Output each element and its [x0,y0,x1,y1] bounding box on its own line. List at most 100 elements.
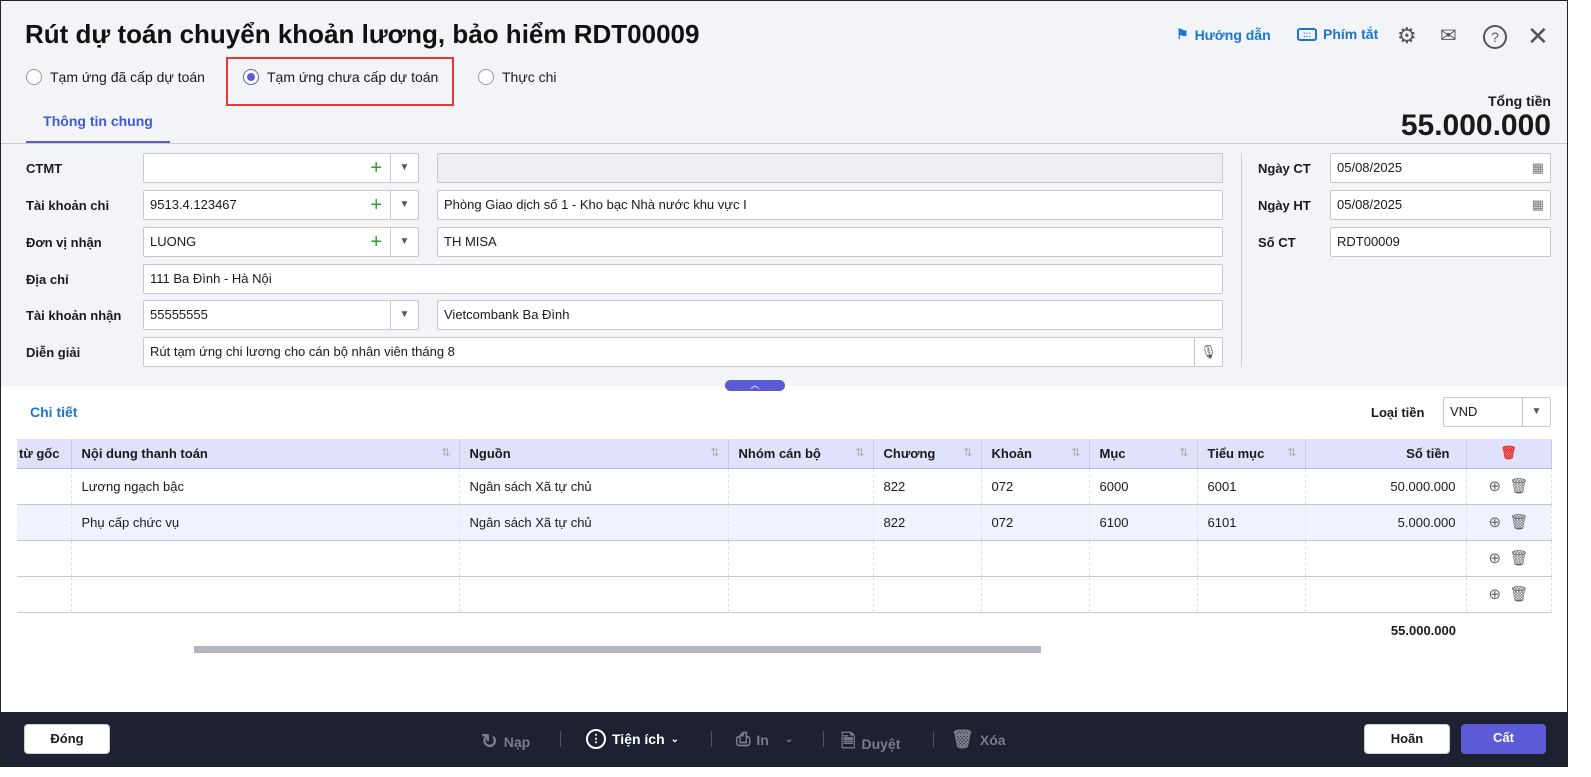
table-cell[interactable] [17,576,72,613]
horizontal-scrollbar[interactable] [194,646,1041,653]
don-vi-combo[interactable]: LUONG + ▼ [143,227,419,257]
sort-icon[interactable]: ⇅ [1179,446,1188,459]
calendar-icon[interactable]: ▦ [1532,154,1544,182]
col-header[interactable]: Nội dung thanh toán ⇅ [71,439,460,469]
sort-icon[interactable]: ⇅ [710,446,719,459]
table-cell[interactable]: 072 [981,468,1090,505]
sort-icon[interactable]: ⇅ [963,446,972,459]
table-cell[interactable]: Lương ngạch bậc [71,468,460,505]
close-button[interactable]: Đóng [24,724,110,754]
reload-button[interactable]: ↻ Nạp [481,729,530,754]
table-cell[interactable] [71,540,460,577]
guide-link[interactable]: ⚑ Hướng dẫn [1176,26,1271,43]
table-cell[interactable]: 5.000.000 [1305,504,1467,541]
tk-chi-desc[interactable]: Phòng Giao dịch số 1 - Kho bạc Nhà nước … [437,190,1223,220]
table-cell[interactable] [1089,576,1198,613]
table-cell[interactable] [873,576,982,613]
add-icon[interactable]: + [370,191,382,219]
dien-giai-input[interactable]: Rút tạm ứng chi lương cho cán bộ nhân vi… [143,337,1223,367]
table-cell[interactable]: 072 [981,504,1090,541]
col-header[interactable]: Nguồn ⇅ [459,439,729,469]
sort-icon[interactable]: ⇅ [1287,446,1296,459]
table-cell[interactable] [981,540,1090,577]
radio-actual-spend[interactable]: Thực chi [478,69,557,85]
table-cell[interactable] [1305,576,1467,613]
table-cell[interactable] [17,468,72,505]
chevron-down-icon[interactable]: ▼ [390,154,418,182]
table-cell[interactable] [728,540,874,577]
print-button[interactable]: ⎙ In ⌄ [736,729,793,750]
table-cell[interactable] [17,504,72,541]
add-row-icon[interactable]: ⊕ [1489,514,1502,531]
col-header[interactable]: Số tiền [1305,439,1467,469]
add-icon[interactable]: + [370,154,382,182]
add-row-icon[interactable]: ⊕ [1489,550,1502,567]
trash-icon[interactable]: 🗑 [1509,550,1528,567]
chevron-down-icon[interactable]: ▼ [390,191,418,219]
currency-select[interactable]: VND ▼ [1443,397,1551,427]
table-cell[interactable] [728,468,874,505]
table-cell[interactable] [459,576,729,613]
table-row[interactable]: Lương ngạch bậc Ngân sách Xã tự chủ 822 072… [17,468,1552,505]
table-row[interactable]: Phụ cấp chức vụ Ngân sách Xã tự chủ 822 072… [17,504,1552,541]
calendar-icon[interactable]: ▦ [1532,191,1544,219]
delete-button[interactable]: 🗑 Xóa [951,729,1006,750]
col-header[interactable]: Nhóm cán bộ ⇅ [728,439,874,469]
table-cell[interactable]: 822 [873,504,982,541]
sort-icon[interactable]: ⇅ [855,446,864,459]
add-row-icon[interactable]: ⊕ [1489,478,1502,495]
ngay-ht-input[interactable]: 05/08/2025 ▦ [1330,190,1551,220]
table-cell[interactable]: Ngân sách Xã tự chủ [459,468,729,505]
ctmt-combo[interactable]: + ▼ [143,153,419,183]
table-cell[interactable] [728,504,874,541]
dia-chi-input[interactable]: 111 Ba Đình - Hà Nội [143,264,1223,294]
add-icon[interactable]: + [370,228,382,256]
table-cell[interactable] [873,540,982,577]
chevron-down-icon[interactable]: ▼ [1522,398,1550,426]
delete-all-icon[interactable]: 🗑 [1500,445,1517,460]
table-cell[interactable] [459,540,729,577]
table-cell[interactable]: 822 [873,468,982,505]
trash-icon[interactable]: 🗑 [1509,514,1528,531]
utilities-button[interactable]: ⋮ Tiện ích ⌄ [586,729,679,749]
col-header[interactable]: Chương ⇅ [873,439,982,469]
table-cell[interactable] [728,576,874,613]
mail-send-icon[interactable]: ✉ [1440,23,1457,48]
trash-icon[interactable]: 🗑 [1509,586,1528,603]
shortcuts-link[interactable]: ::: Phím tắt [1297,26,1378,42]
trash-icon[interactable]: 🗑 [1509,478,1528,495]
table-cell[interactable] [17,540,72,577]
don-vi-desc[interactable]: TH MISA [437,227,1223,257]
ngay-ct-input[interactable]: 05/08/2025 ▦ [1330,153,1551,183]
microphone-icon[interactable]: 🎙 [1194,338,1222,366]
table-cell[interactable]: Phụ cấp chức vụ [71,504,460,541]
table-cell[interactable]: 6100 [1089,504,1198,541]
table-cell[interactable]: 6000 [1089,468,1198,505]
sort-icon[interactable]: ⇅ [441,446,450,459]
tk-nhan-combo[interactable]: 55555555 ▼ [143,300,419,330]
table-cell[interactable]: 6001 [1197,468,1306,505]
help-icon[interactable]: ? [1483,25,1507,49]
so-ct-input[interactable]: RDT00009 [1330,227,1551,257]
col-header[interactable]: Khoản ⇅ [981,439,1090,469]
chevron-down-icon[interactable]: ▼ [390,228,418,256]
add-row-icon[interactable]: ⊕ [1489,586,1502,603]
approve-button[interactable]: 🗎 Duyệt [841,729,900,759]
postpone-button[interactable]: Hoãn [1364,724,1450,754]
gear-icon[interactable]: ⚙ [1397,23,1417,49]
tk-nhan-desc[interactable]: Vietcombank Ba Đình [437,300,1223,330]
save-button[interactable]: Cất [1461,724,1546,754]
radio-advance-allocated[interactable]: Tạm ứng đã cấp dự toán [26,69,205,85]
table-cell[interactable] [1197,576,1306,613]
table-cell[interactable]: 6101 [1197,504,1306,541]
table-cell[interactable] [981,576,1090,613]
table-cell[interactable] [1305,540,1467,577]
collapse-toggle[interactable]: ︿ [725,380,785,391]
col-header[interactable]: từ gốc [17,439,72,469]
table-cell[interactable] [1197,540,1306,577]
table-row[interactable]: ⊕ 🗑 [17,540,1552,577]
table-cell[interactable]: 50.000.000 [1305,468,1467,505]
chevron-down-icon[interactable]: ▼ [390,301,418,329]
tab-general-info[interactable]: Thông tin chung [26,107,170,144]
table-cell[interactable] [71,576,460,613]
